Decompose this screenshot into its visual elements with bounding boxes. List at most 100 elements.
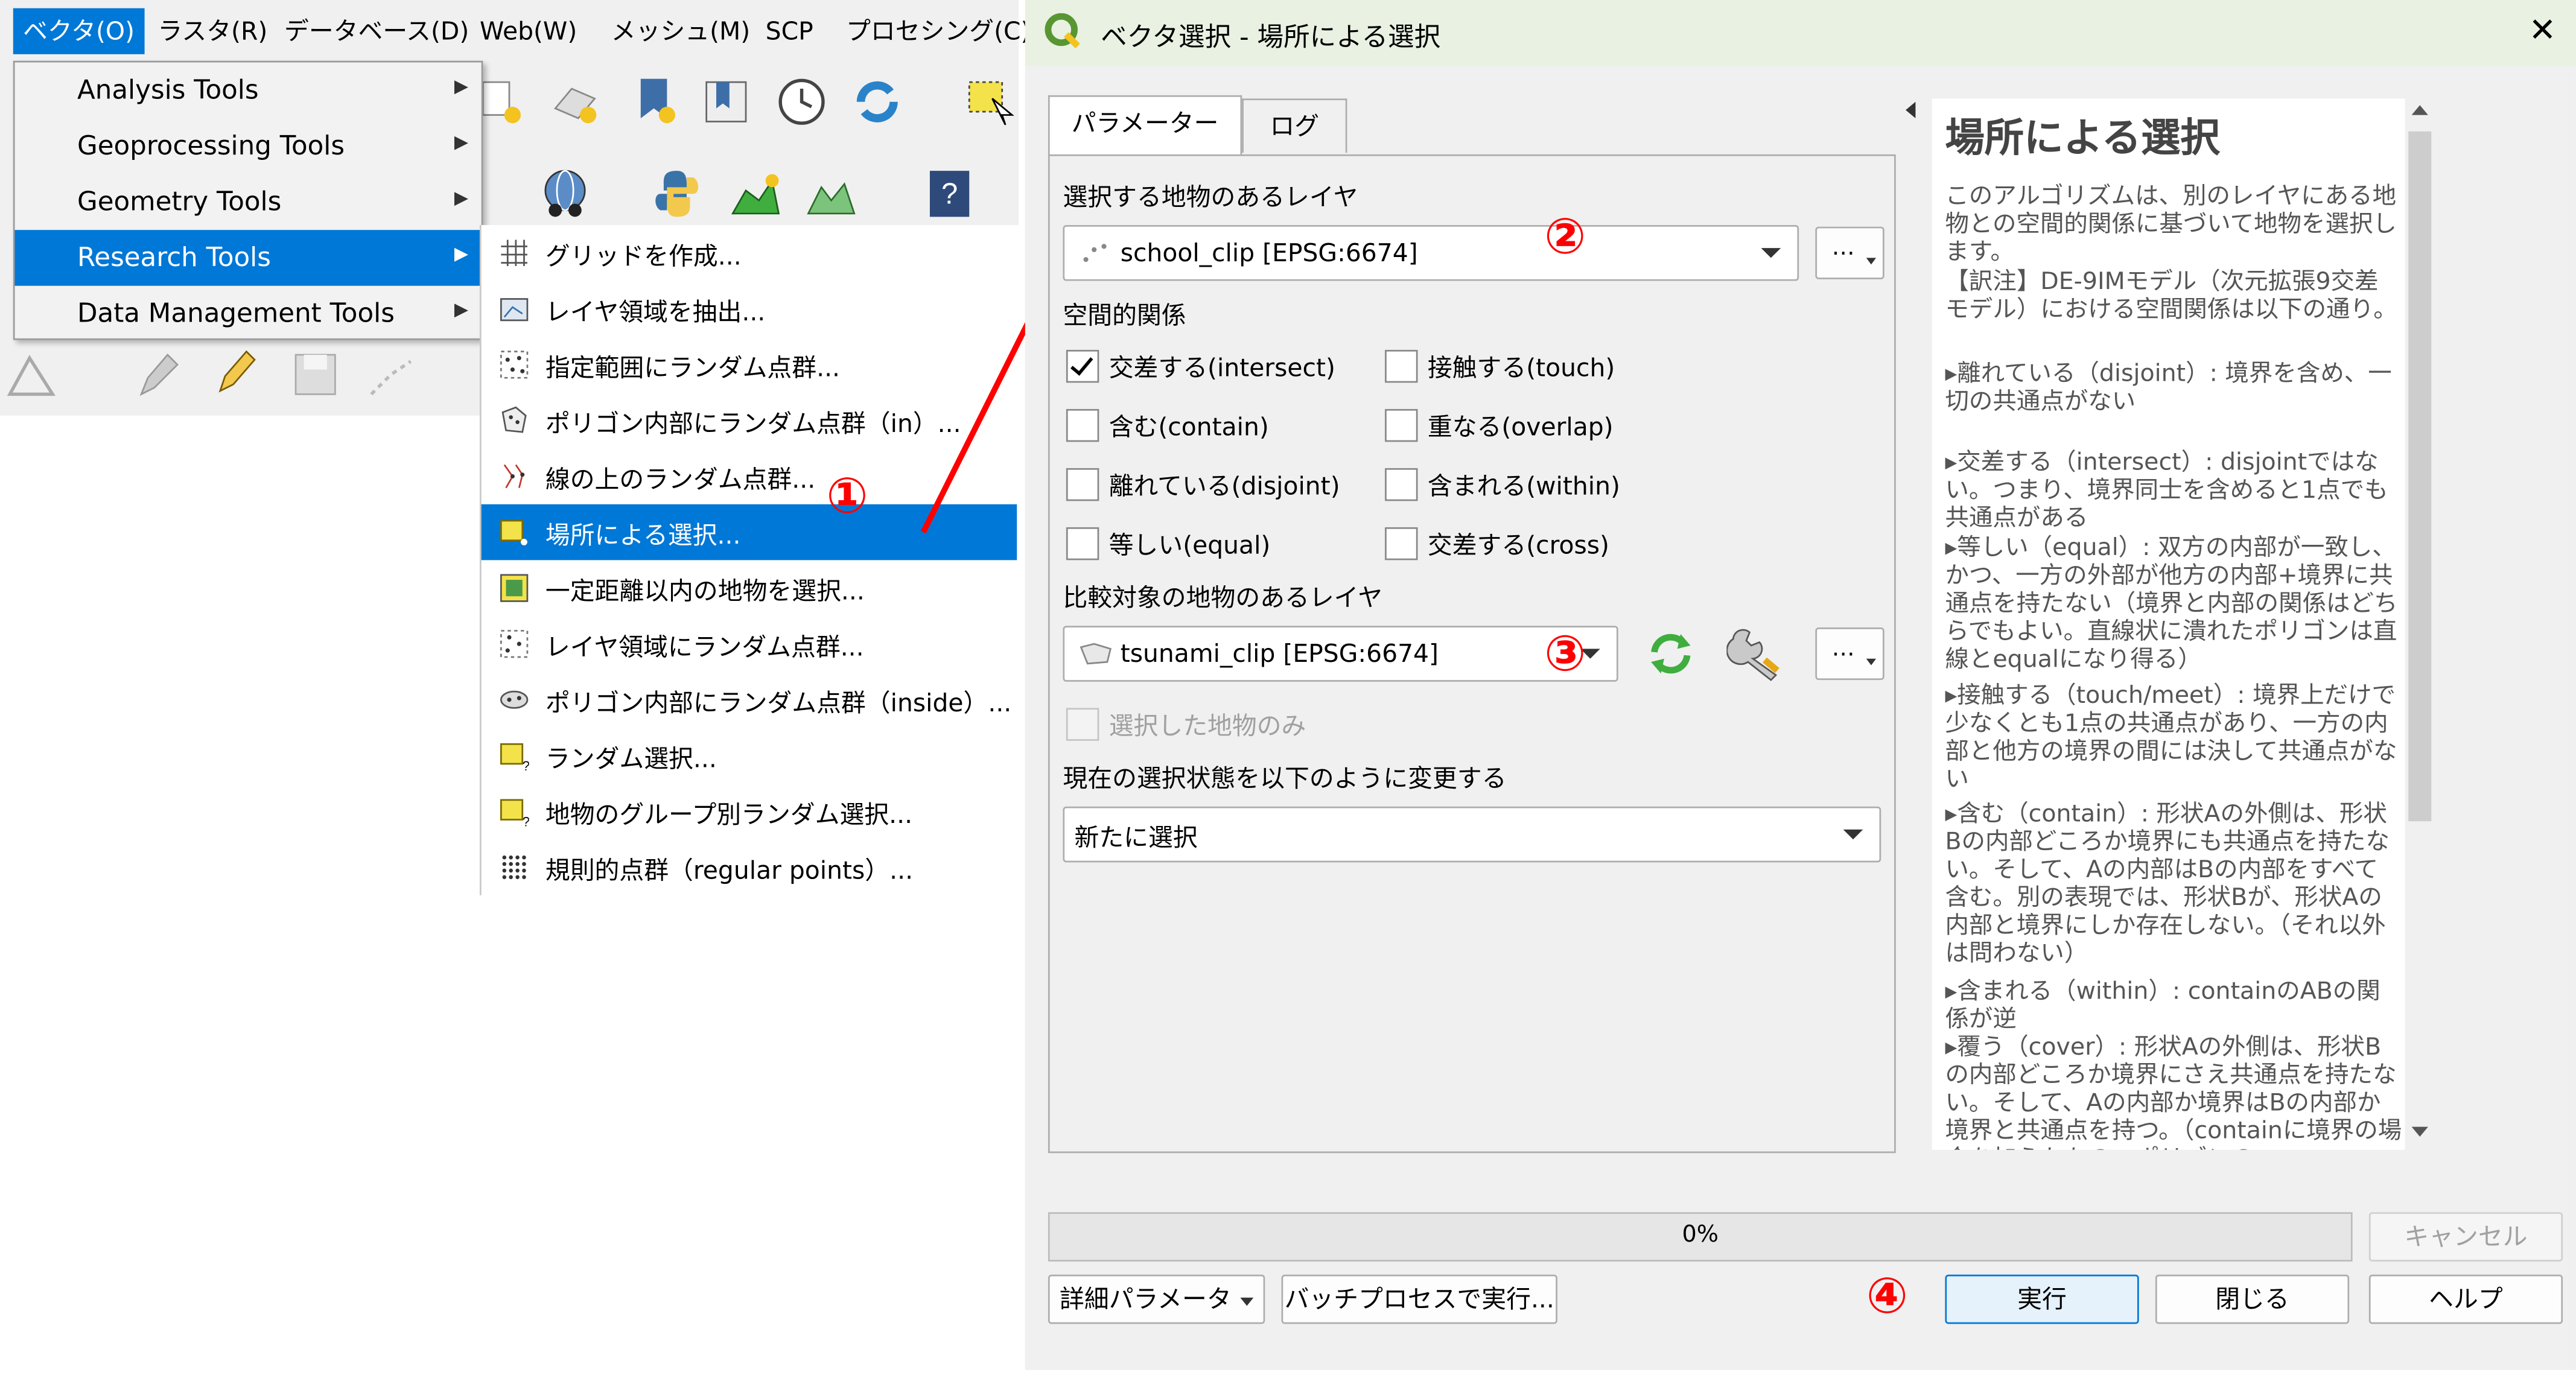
batch-process-button[interactable]: バッチプロセスで実行...	[1281, 1274, 1557, 1324]
checkbox-overlap-label: 重なる(overlap)	[1427, 412, 1614, 442]
checkbox-disjoint[interactable]	[1066, 468, 1099, 501]
tab-log[interactable]: ログ	[1242, 98, 1347, 153]
help-paragraph: ▸含まれる（within）: containのABの関係が逆	[1945, 979, 2380, 1034]
random-points-icon	[500, 351, 529, 379]
menu-mesh[interactable]: メッシュ(M)	[611, 15, 750, 48]
menu-item-select-within-distance[interactable]: 一定距離以内の地物を選択...	[482, 560, 1017, 616]
checkbox-contain[interactable]	[1066, 408, 1099, 442]
method-value: 新たに選択	[1074, 822, 1198, 853]
save-edits-icon[interactable]	[289, 348, 342, 401]
checkbox-selected-only[interactable]	[1066, 708, 1099, 741]
scroll-down-icon[interactable]	[2411, 1126, 2428, 1137]
help-paragraph: ▸等しい（equal）: 双方の内部が一致し、かつ、一方の外部が他方の内部+境界…	[1945, 535, 2398, 674]
advanced-parameters-button[interactable]: 詳細パラメータ	[1048, 1274, 1265, 1324]
menu-item-random-points-inside-polygons[interactable]: ポリゴン内部にランダム点群（inside）...	[482, 672, 1017, 728]
iterate-icon[interactable]	[1644, 629, 1697, 679]
menu-item-regular-points[interactable]: 規則的点群（regular points）...	[482, 839, 1017, 895]
add-line-icon[interactable]	[364, 352, 417, 404]
help-paragraph: ▸覆う（cover）: 形状Aの外側は、形状Bの内部どころか境界にさえ共通点を持…	[1945, 1035, 2402, 1150]
checkbox-cross[interactable]	[1385, 527, 1418, 560]
chevron-right-icon: ▶	[454, 243, 468, 265]
help-button[interactable]: ヘルプ	[2368, 1274, 2563, 1324]
close-button[interactable]: 閉じる	[2155, 1274, 2350, 1324]
help-panel: 場所による選択 このアルゴリズムは、別のレイヤにある地物との空間的関係に基づいて…	[1932, 98, 2405, 1150]
clock-icon[interactable]	[775, 75, 828, 128]
svg-text:?: ?	[523, 758, 529, 770]
random-select-icon: ?	[500, 743, 529, 770]
menu-item-research-tools[interactable]: Research Tools ▶	[14, 230, 482, 286]
predicate-label: 空間的関係	[1063, 300, 1186, 331]
collapse-help-icon[interactable]	[1906, 101, 1916, 119]
parameters-panel: 選択する地物のあるレイヤ school_clip [EPSG:6674] … 空…	[1048, 154, 1896, 1154]
menu-processing[interactable]: プロセシング(C)	[846, 15, 1030, 48]
chevron-down-icon	[1240, 1297, 1254, 1306]
tab-parameters[interactable]: パラメーター	[1048, 95, 1242, 156]
digitize-icon[interactable]	[7, 348, 59, 401]
point-layer-icon	[1083, 244, 1107, 262]
menu-item-analysis-tools[interactable]: Analysis Tools ▶	[15, 62, 482, 118]
globe-icon[interactable]	[539, 168, 591, 220]
menu-vector[interactable]: ベクタ(O)	[13, 8, 145, 54]
help-paragraph: 【訳注】DE-9IMモデル（次元拡張9交差モデル）における空間関係は以下の通り。	[1945, 269, 2397, 324]
menu-item-random-selection-by-group[interactable]: ? 地物のグループ別ランダム選択...	[482, 784, 1017, 840]
scroll-up-icon[interactable]	[2411, 105, 2428, 115]
help-book-icon[interactable]: ?	[923, 168, 976, 220]
input-layer-combo[interactable]: school_clip [EPSG:6674]	[1063, 224, 1799, 281]
progress-text: 0%	[1682, 1222, 1719, 1249]
menu-item-geometry-tools[interactable]: Geometry Tools ▶	[15, 174, 482, 230]
help-paragraph: このアルゴリズムは、別のレイヤにある地物との空間的関係に基づいて地物を選択します…	[1945, 183, 2397, 267]
help-paragraph: ▸離れている（disjoint）: 境界を含め、一切の共通点がない	[1945, 361, 2392, 416]
select-by-location-dialog: ベクタ選択 - 場所による選択 ✕ パラメーター ログ 選択する地物のあるレイヤ…	[1025, 0, 2576, 1370]
input-layer-more-button[interactable]: …	[1815, 226, 1884, 279]
select-feature-icon[interactable]	[966, 75, 1019, 128]
annotation-step-2: ②	[1544, 208, 1586, 267]
menu-database[interactable]: データベース(D)	[284, 15, 469, 48]
run-button[interactable]: 実行	[1945, 1274, 2139, 1324]
menu-item-geoprocessing-tools[interactable]: Geoprocessing Tools ▶	[15, 118, 482, 174]
bookmark-icon[interactable]	[631, 75, 683, 128]
intersect-layer-combo[interactable]: tsunami_clip [EPSG:6674]	[1063, 626, 1618, 682]
new-layer-icon[interactable]	[480, 75, 532, 128]
random-on-line-icon	[503, 464, 525, 489]
checkbox-within-label: 含まれる(within)	[1427, 471, 1620, 501]
profile-icon[interactable]	[730, 168, 782, 220]
annotation-step-4: ④	[1866, 1268, 1908, 1326]
extent-icon	[500, 298, 529, 322]
elevation-icon[interactable]	[805, 168, 857, 220]
random-select-group-icon: ?	[500, 799, 529, 826]
new-vector-icon[interactable]	[549, 75, 601, 128]
checkbox-overlap[interactable]	[1385, 408, 1418, 442]
pencil-edit-icon[interactable]	[210, 345, 262, 398]
checkbox-within[interactable]	[1385, 468, 1418, 501]
checkbox-touch[interactable]	[1385, 349, 1418, 383]
checkbox-equal-label: 等しい(equal)	[1108, 530, 1271, 560]
menu-item-random-selection[interactable]: ? ランダム選択...	[482, 728, 1017, 784]
close-icon[interactable]: ✕	[2529, 10, 2557, 49]
menu-web[interactable]: Web(W)	[480, 15, 577, 48]
cancel-button[interactable]: キャンセル	[2368, 1212, 2563, 1262]
refresh-icon[interactable]	[851, 75, 903, 128]
progress-bar: 0%	[1048, 1212, 2353, 1262]
svg-text:?: ?	[523, 814, 529, 826]
checkbox-equal[interactable]	[1066, 527, 1099, 560]
dialog-titlebar: ベクタ選択 - 場所による選択 ✕	[1025, 0, 2576, 66]
chevron-down-icon	[1843, 829, 1863, 840]
qgis-logo-icon	[1045, 13, 1080, 49]
checkbox-intersect[interactable]	[1066, 349, 1099, 383]
show-bookmarks-icon[interactable]	[700, 75, 752, 128]
intersect-layer-more-button[interactable]: …	[1815, 627, 1884, 681]
menu-scp[interactable]: SCP	[766, 15, 813, 48]
grid-icon	[501, 240, 527, 267]
pencil-gray-icon[interactable]	[132, 348, 184, 401]
menu-item-random-points-layer-extent[interactable]: レイヤ領域にランダム点群...	[482, 616, 1017, 672]
method-combo[interactable]: 新たに選択	[1063, 806, 1881, 863]
menu-item-data-management-tools[interactable]: Data Management Tools ▶	[15, 286, 482, 342]
svg-text:?: ?	[941, 178, 958, 211]
python-icon[interactable]	[650, 168, 703, 220]
help-scrollbar[interactable]	[2405, 98, 2435, 1150]
wrench-icon[interactable]	[1726, 626, 1786, 682]
polygon-layer-icon	[1080, 643, 1112, 665]
dialog-title: ベクタ選択 - 場所による選択	[1101, 21, 1441, 53]
menu-raster[interactable]: ラスタ(R)	[157, 15, 267, 48]
scrollbar-thumb[interactable]	[2408, 131, 2432, 822]
